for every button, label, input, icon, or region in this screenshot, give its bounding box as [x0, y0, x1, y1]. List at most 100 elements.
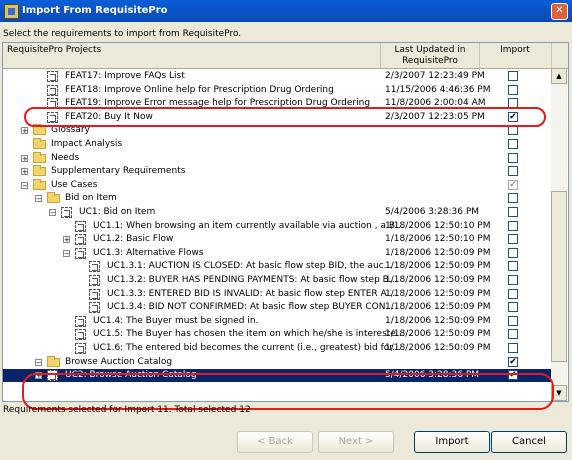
- column-import[interactable]: Import: [479, 43, 552, 70]
- tree-row[interactable]: − UC1: Bid on Item 5/4/2006 3:28:36 PM: [3, 206, 551, 219]
- expand-icon[interactable]: +: [21, 154, 28, 162]
- import-checkbox[interactable]: [508, 152, 518, 163]
- scroll-up-button[interactable]: ▲: [551, 68, 567, 84]
- tree-row[interactable]: UC1.3.2: BUYER HAS PENDING PAYMENTS: At …: [3, 274, 551, 287]
- collapse-icon[interactable]: −: [35, 358, 42, 366]
- row-date: 5/4/2006 3:28:36 PM: [385, 207, 480, 217]
- import-checkbox[interactable]: [508, 125, 518, 136]
- row-label: UC2: Browse Auction Catalog: [65, 370, 197, 381]
- import-checkbox[interactable]: [508, 139, 518, 149]
- requirement-icon: [47, 98, 58, 110]
- tree-row[interactable]: UC1.4: The Buyer must be signed in. 1/18/…: [3, 315, 551, 328]
- requirement-icon: [75, 343, 86, 354]
- expand-icon[interactable]: +: [63, 236, 70, 244]
- collapse-icon[interactable]: −: [49, 209, 56, 217]
- import-checkbox[interactable]: [508, 261, 518, 272]
- close-button[interactable]: ✕: [551, 3, 568, 20]
- expand-icon[interactable]: +: [21, 127, 28, 135]
- row-label: UC1.3.1: AUCTION IS CLOSED: At basic flo…: [107, 261, 393, 272]
- cancel-button[interactable]: Cancel: [491, 431, 567, 453]
- tree-row[interactable]: + Glossary: [3, 124, 551, 137]
- import-button[interactable]: Import: [414, 431, 490, 453]
- next-button[interactable]: Next >: [318, 431, 394, 453]
- collapse-icon[interactable]: −: [21, 181, 28, 189]
- import-checkbox[interactable]: [508, 84, 518, 95]
- row-label: FEAT20: Buy It Now: [65, 111, 153, 122]
- import-checkbox[interactable]: [508, 275, 518, 285]
- tree-row[interactable]: FEAT20: Buy It Now 2/3/2007 12:23:05 PM ✔: [3, 111, 551, 124]
- tree-row[interactable]: − UC1.3: Alternative Flows 1/18/2006 12:50…: [3, 247, 551, 260]
- import-checkbox[interactable]: [508, 98, 518, 109]
- row-label: Browse Auction Catalog: [65, 356, 173, 367]
- status-text: Requirements selected for Import 11. Tot…: [3, 405, 251, 415]
- expand-icon[interactable]: +: [21, 168, 28, 176]
- import-checkbox[interactable]: [508, 207, 518, 217]
- row-label: UC1.6: The entered bid becomes the curre…: [93, 343, 401, 353]
- row-label: Needs: [51, 152, 80, 163]
- window-title: Import From RequisitePro: [22, 5, 168, 16]
- import-checkbox[interactable]: [508, 193, 518, 204]
- requirement-icon: [61, 207, 72, 218]
- tree-row[interactable]: − Browse Auction Catalog ✔: [3, 355, 551, 369]
- tree-row[interactable]: UC1.6: The entered bid becomes the curre…: [3, 342, 551, 355]
- tree-row[interactable]: UC1.3.1: AUCTION IS CLOSED: At basic flo…: [3, 260, 551, 273]
- requirements-tree[interactable]: RequisitePro Projects Last Updated in Re…: [2, 42, 569, 402]
- tree-row[interactable]: UC1.3.3: ENTERED BID IS INVALID: At basi…: [3, 288, 551, 301]
- column-projects[interactable]: RequisitePro Projects: [3, 43, 381, 68]
- row-label: UC1.3.2: BUYER HAS PENDING PAYMENTS: At …: [107, 275, 398, 285]
- row-date: 11/8/2006 2:00:04 AM: [385, 98, 486, 109]
- vertical-scrollbar[interactable]: ▲ ▼: [551, 68, 567, 401]
- row-date: 1/18/2006 12:50:09 PM: [385, 329, 491, 340]
- import-checkbox[interactable]: ✔: [508, 179, 518, 190]
- import-checkbox[interactable]: ✔: [508, 111, 518, 122]
- import-checkbox[interactable]: [508, 71, 518, 81]
- import-checkbox[interactable]: [508, 302, 518, 313]
- collapse-icon[interactable]: −: [63, 249, 70, 257]
- tree-row[interactable]: UC1.5: The Buyer has chosen the item on …: [3, 328, 551, 341]
- row-label: UC1.3.3: ENTERED BID IS INVALID: At basi…: [107, 288, 396, 299]
- row-date: 1/18/2006 12:50:10 PM: [385, 220, 491, 231]
- import-checkbox[interactable]: [508, 315, 518, 326]
- row-label: UC1.2: Basic Flow: [93, 234, 174, 245]
- tree-row[interactable]: Impact Analysis: [3, 138, 551, 151]
- requirement-icon: [89, 302, 100, 314]
- import-checkbox[interactable]: [508, 247, 518, 258]
- tree-row[interactable]: UC1.1: When browsing an item currently a…: [3, 220, 551, 233]
- tree-row[interactable]: + Supplementary Requirements: [3, 165, 551, 178]
- requirement-icon: [75, 234, 86, 246]
- import-checkbox[interactable]: ✔: [508, 370, 518, 381]
- row-label: UC1: Bid on Item: [79, 207, 156, 217]
- tree-row[interactable]: + UC2: Browse Auction Catalog 5/4/2006 3:2…: [3, 369, 551, 383]
- import-checkbox[interactable]: [508, 220, 518, 231]
- instruction-text: Select the requirements to import from R…: [3, 29, 242, 39]
- folder-icon: [33, 151, 46, 163]
- folder-icon: [33, 165, 46, 177]
- scroll-thumb[interactable]: [551, 191, 567, 362]
- row-date: 2/3/2007 12:23:05 PM: [385, 111, 485, 122]
- import-checkbox[interactable]: [508, 343, 518, 353]
- tree-row[interactable]: − Use Cases ✔: [3, 178, 551, 192]
- scroll-down-button[interactable]: ▼: [551, 385, 567, 401]
- folder-icon: [47, 192, 60, 204]
- import-checkbox[interactable]: [508, 166, 518, 177]
- expand-icon[interactable]: +: [35, 372, 42, 380]
- requirement-icon: [47, 370, 58, 382]
- title-bar: Import From RequisitePro ✕: [0, 0, 572, 22]
- tree-row[interactable]: − Bid on Item: [3, 192, 551, 205]
- tree-row[interactable]: UC1.3.4: BID NOT CONFIRMED: At basic flo…: [3, 301, 551, 314]
- tree-row[interactable]: FEAT18: Improve Online help for Prescrip…: [3, 84, 551, 97]
- import-checkbox[interactable]: [508, 329, 518, 340]
- import-checkbox[interactable]: ✔: [508, 356, 518, 367]
- tree-row[interactable]: + Needs: [3, 151, 551, 165]
- collapse-icon[interactable]: −: [35, 195, 42, 203]
- import-checkbox[interactable]: [508, 234, 518, 245]
- requirement-icon: [75, 220, 86, 232]
- tree-row[interactable]: + UC1.2: Basic Flow 1/18/2006 12:50:10 PM: [3, 233, 551, 246]
- column-last-updated[interactable]: Last Updated in RequisitePro: [381, 43, 480, 70]
- tree-row[interactable]: FEAT19: Improve Error message help for P…: [3, 97, 551, 110]
- row-date: 1/18/2006 12:50:09 PM: [385, 247, 491, 258]
- row-label: FEAT18: Improve Online help for Prescrip…: [65, 84, 334, 95]
- back-button[interactable]: < Back: [237, 431, 313, 453]
- tree-row[interactable]: FEAT17: Improve FAQs List 2/3/2007 12:23:…: [3, 70, 551, 83]
- import-checkbox[interactable]: [508, 288, 518, 299]
